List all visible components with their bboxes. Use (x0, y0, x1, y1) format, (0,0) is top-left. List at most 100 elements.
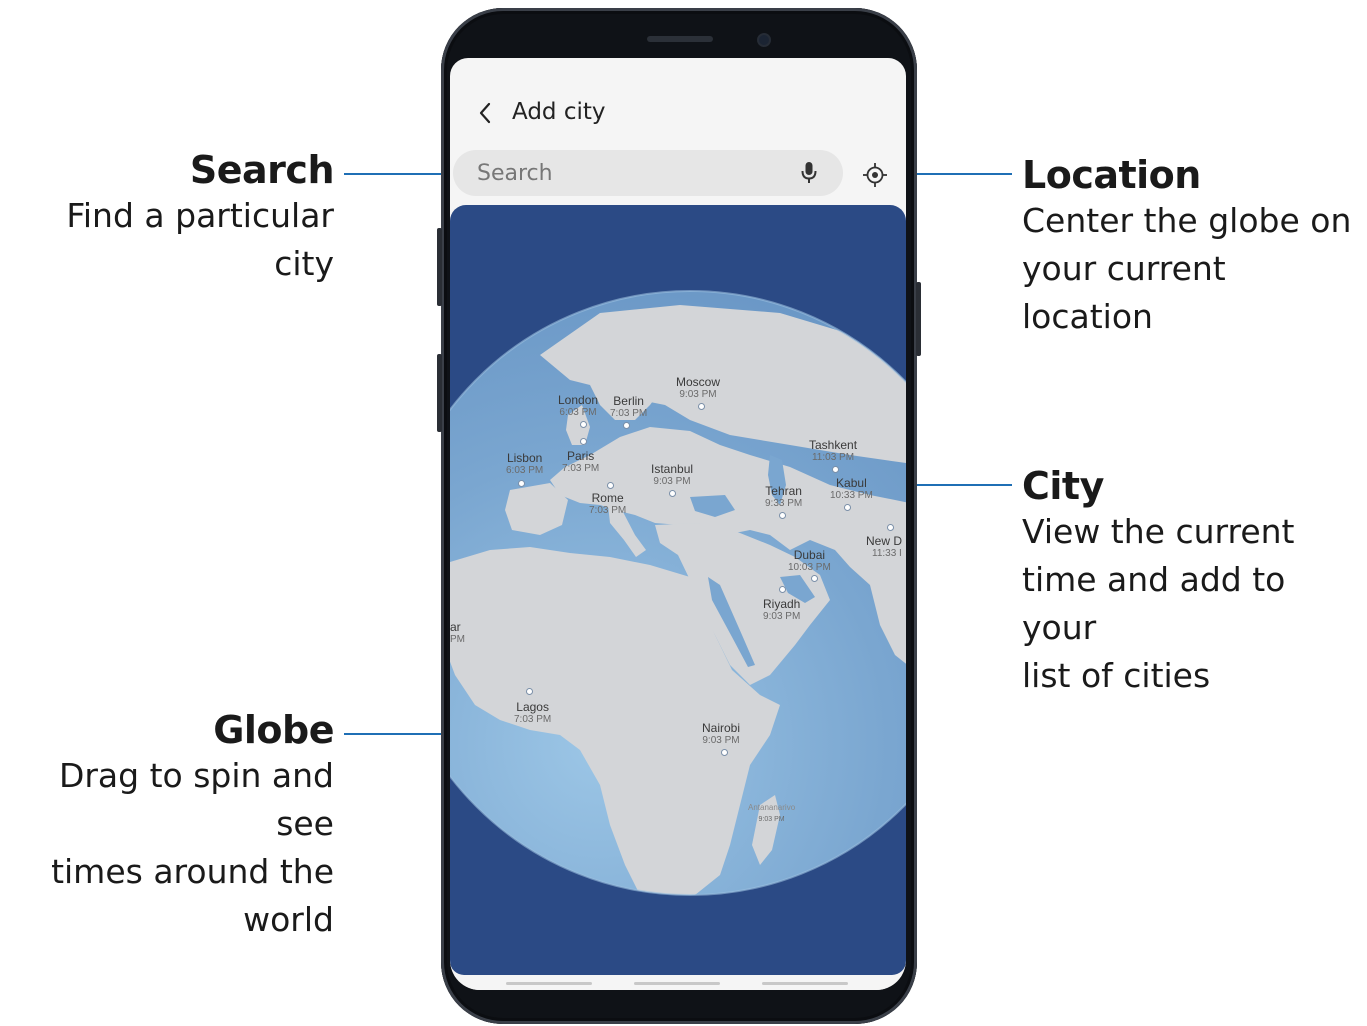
city-time: 11:03 PM (811, 452, 855, 463)
city-kabul[interactable]: Kabul 10:33 PM (830, 477, 873, 502)
city-time: 7:03 PM (610, 408, 648, 419)
city-time: PM (450, 634, 465, 645)
city-time: 6:03 PM (506, 465, 544, 476)
city-callout-desc-3: list of cities (1022, 656, 1211, 695)
city-name: Moscow (676, 375, 721, 389)
city-dot-nairobi[interactable] (722, 750, 727, 755)
city-name: Nairobi (702, 721, 741, 735)
globe-callout-desc-2: times around the (51, 852, 334, 891)
city-dot-dubai[interactable] (812, 576, 817, 581)
page-title: Add city (512, 99, 606, 125)
city-tehran[interactable]: Tehran 9:33 PM (765, 485, 802, 510)
speaker-grille (647, 36, 713, 42)
city-london[interactable]: London 6:03 PM (558, 394, 598, 419)
globe-callout-desc-1: Drag to spin and see (58, 756, 334, 843)
city-moscow[interactable]: Moscow 9:03 PM (676, 376, 720, 401)
city-time: 10:03 PM (788, 562, 831, 573)
city-dot-tehran[interactable] (780, 513, 785, 518)
city-time: 9:03 PM (679, 389, 717, 400)
nav-home-indicator[interactable] (634, 982, 720, 985)
search-callout-title: Search (189, 148, 335, 192)
city-paris[interactable]: Paris 7:03 PM (562, 450, 599, 475)
globe[interactable] (450, 205, 906, 975)
city-istanbul[interactable]: Istanbul 9:03 PM (651, 463, 693, 488)
nav-recents-indicator[interactable] (506, 982, 592, 985)
city-lisbon[interactable]: Lisbon 6:03 PM (506, 452, 543, 477)
location-target-icon[interactable] (862, 162, 888, 188)
nav-back-indicator[interactable] (762, 982, 848, 985)
search-placeholder: Search (477, 161, 553, 186)
city-time: 10:33 PM (830, 490, 873, 501)
location-callout-title: Location (1022, 153, 1201, 197)
microphone-icon[interactable] (799, 160, 819, 186)
city-name: Lagos (516, 700, 549, 714)
city-name: Lisbon (506, 451, 543, 465)
city-rome[interactable]: Rome 7:03 PM (589, 492, 626, 517)
city-name: Tehran (765, 484, 802, 498)
city-dot-istanbul[interactable] (670, 491, 675, 496)
city-callout: City View the current time and add to yo… (1022, 464, 1367, 700)
navigation-bar (450, 975, 906, 990)
city-time: 9:03 PM (653, 476, 691, 487)
city-callout-desc-2: time and add to your (1022, 560, 1286, 647)
city-dot-paris[interactable] (581, 439, 586, 444)
city-dot-moscow[interactable] (699, 404, 704, 409)
volume-button (437, 228, 442, 306)
city-dubai[interactable]: Dubai 10:03 PM (788, 549, 831, 574)
city-nairobi[interactable]: Nairobi 9:03 PM (702, 722, 740, 747)
city-dot-rome[interactable] (608, 483, 613, 488)
city-antananarivo[interactable]: Antananarivo 9:03 PM (748, 801, 795, 826)
city-name: Paris (566, 449, 595, 463)
city-dot-lisbon[interactable] (519, 481, 524, 486)
city-tashkent[interactable]: Tashkent 11:03 PM (809, 439, 857, 464)
city-time: 6:03 PM (559, 407, 597, 418)
city-new-delhi[interactable]: New D 11:33 I (866, 535, 902, 560)
location-callout-desc-1: Center the globe on (1022, 201, 1352, 240)
back-arrow-icon[interactable] (474, 98, 496, 128)
city-name: Rome (591, 491, 624, 505)
city-time: 9:03 PM (763, 611, 801, 622)
globe-callout-title: Globe (213, 708, 334, 752)
city-dot-new-delhi[interactable] (888, 525, 893, 530)
bixby-button (437, 354, 442, 432)
city-time: 7:03 PM (514, 714, 552, 725)
city-berlin[interactable]: Berlin 7:03 PM (610, 395, 647, 420)
city-name: Riyadh (763, 597, 801, 611)
city-callout-title: City (1022, 464, 1104, 508)
city-name: Berlin (613, 394, 644, 408)
location-callout: Location Center the globe on your curren… (1022, 153, 1367, 341)
city-name: New D (866, 534, 903, 548)
search-input[interactable]: Search (453, 150, 843, 196)
phone-screen: Add city Search Moscow 9:03 PM London 6:… (450, 58, 906, 990)
city-lagos[interactable]: Lagos 7:03 PM (514, 701, 551, 726)
city-name: Istanbul (651, 462, 694, 476)
city-dot-berlin[interactable] (624, 423, 629, 428)
city-time: 9:03 PM (758, 816, 785, 823)
city-name: Dubai (793, 548, 826, 562)
city-dot-riyadh[interactable] (780, 587, 785, 592)
city-dot-tashkent[interactable] (833, 467, 838, 472)
city-time: 9:03 PM (702, 735, 740, 746)
city-callout-desc-1: View the current (1022, 512, 1295, 551)
city-dot-lagos[interactable] (527, 689, 532, 694)
city-dakar[interactable]: ar PM (450, 621, 465, 646)
city-time: 9:33 PM (765, 498, 803, 509)
globe-panel[interactable]: Moscow 9:03 PM London 6:03 PM Berlin 7:0… (450, 205, 906, 975)
city-riyadh[interactable]: Riyadh 9:03 PM (763, 598, 800, 623)
search-callout: Search Find a particular city (0, 148, 334, 288)
search-callout-desc: Find a particular city (66, 196, 334, 283)
globe-callout: Globe Drag to spin and see times around … (0, 708, 334, 944)
city-time: 7:03 PM (589, 505, 627, 516)
city-name: Tashkent (809, 438, 858, 452)
location-callout-desc-2: your current location (1022, 249, 1226, 336)
city-name: ar (450, 620, 461, 634)
city-name: London (558, 393, 599, 407)
city-name: Kabul (836, 476, 867, 490)
city-dot-london[interactable] (581, 422, 586, 427)
city-dot-kabul[interactable] (845, 505, 850, 510)
city-name: Antananarivo (748, 803, 796, 812)
city-time: 7:03 PM (562, 463, 600, 474)
app-bar: Add city (450, 86, 906, 142)
front-camera (759, 35, 769, 45)
city-time: 11:33 I (872, 548, 902, 559)
